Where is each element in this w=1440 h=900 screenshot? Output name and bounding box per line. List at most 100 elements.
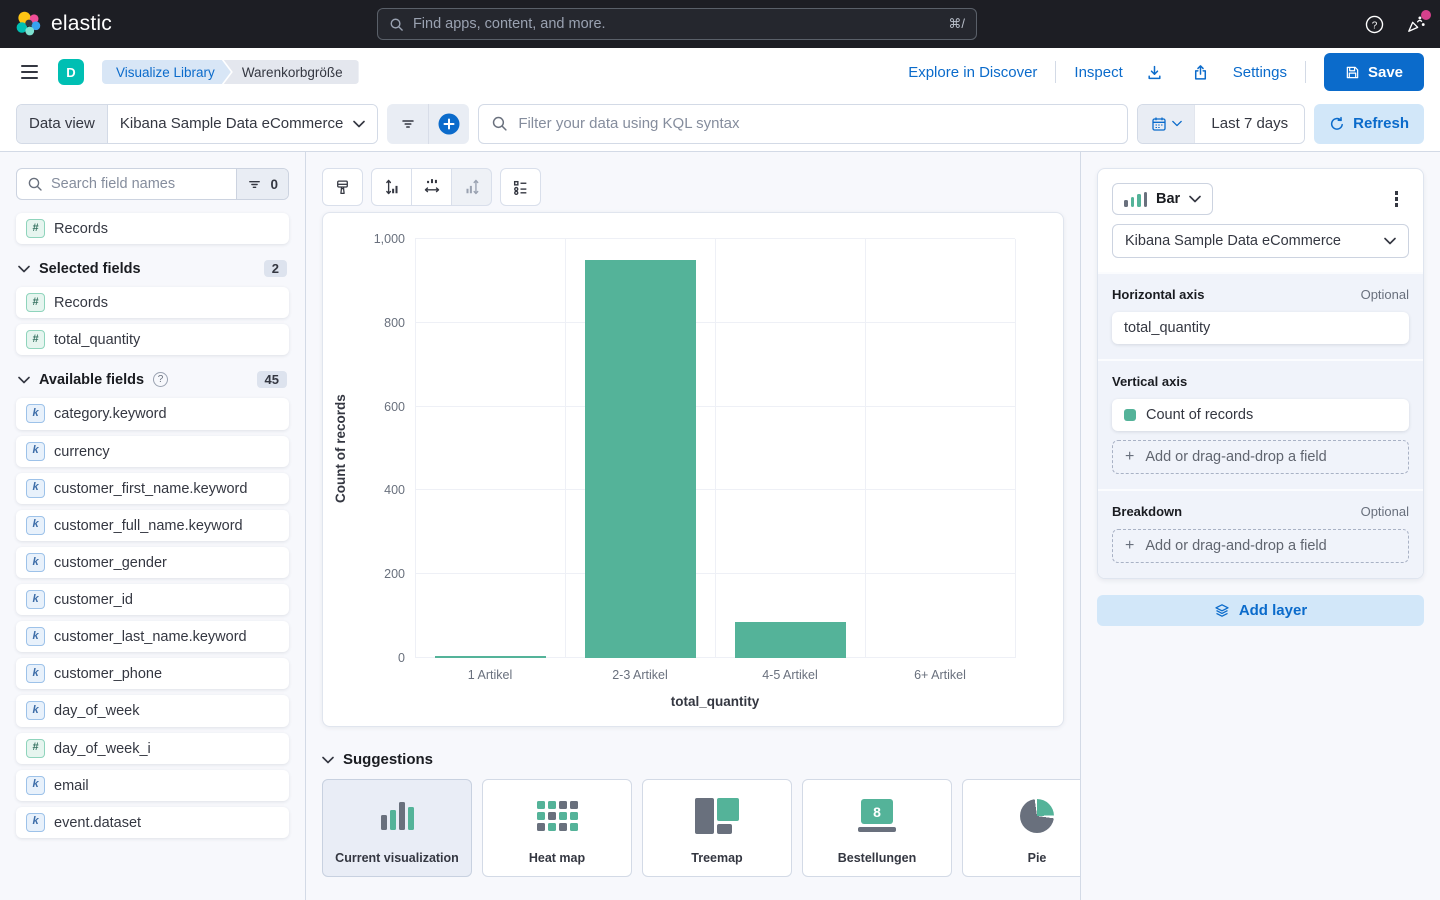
keyword-field-icon: k	[26, 553, 45, 572]
search-shortcut-hint: ⌘/	[948, 16, 965, 32]
add-filter-button[interactable]	[428, 104, 469, 144]
breadcrumb-visualize-library[interactable]: Visualize Library	[102, 60, 231, 84]
layer-data-view-selector[interactable]: Kibana Sample Data eCommerce	[1112, 224, 1409, 258]
y-axis-title: Count of records	[333, 239, 359, 658]
legend-settings-button[interactable]	[500, 168, 541, 206]
distribute-vertically-button[interactable]	[371, 168, 412, 206]
available-fields-header[interactable]: Available fields ? 45	[18, 371, 287, 388]
field-search-input[interactable]: Search field names	[17, 169, 236, 199]
breakdown-add-field[interactable]: + Add or drag-and-drop a field	[1112, 529, 1409, 563]
share-icon[interactable]	[1187, 58, 1215, 86]
date-picker-button[interactable]	[1138, 105, 1194, 143]
bar-4-5 Artikel[interactable]	[735, 622, 846, 658]
elastic-logo-icon	[14, 10, 42, 38]
download-icon[interactable]	[1141, 58, 1169, 86]
suggestion-pie[interactable]: Pie	[962, 779, 1081, 877]
metric-icon: 8	[803, 780, 951, 851]
field-item[interactable]: kday_of_week	[16, 695, 289, 726]
x-tick-label: 1 Artikel	[415, 668, 565, 682]
field-filter-button[interactable]: 0	[236, 169, 288, 199]
vertical-axis-label: Vertical axis	[1112, 374, 1187, 389]
gridline	[415, 239, 416, 658]
number-field-icon: #	[26, 739, 45, 758]
inspect-link[interactable]: Inspect	[1074, 64, 1122, 81]
save-button[interactable]: Save	[1324, 53, 1424, 91]
global-search-input[interactable]: Find apps, content, and more. ⌘/	[377, 8, 977, 40]
field-item-records[interactable]: # Records	[16, 213, 289, 244]
bar-1 Artikel[interactable]	[435, 656, 546, 659]
paintbrush-icon	[334, 179, 351, 196]
time-range-value[interactable]: Last 7 days	[1194, 105, 1304, 143]
vertical-axis-field[interactable]: Count of records	[1112, 399, 1409, 431]
field-item[interactable]: kcustomer_phone	[16, 658, 289, 689]
menu-icon[interactable]	[16, 57, 46, 87]
y-tick-label: 0	[398, 651, 405, 665]
gridline	[1015, 239, 1016, 658]
bar-2-3 Artikel[interactable]	[585, 260, 696, 658]
refresh-button[interactable]: Refresh	[1314, 104, 1424, 144]
vertical-axis-add-field[interactable]: + Add or drag-and-drop a field	[1112, 440, 1409, 474]
suggestion-treemap[interactable]: Treemap	[642, 779, 792, 877]
gridline	[565, 239, 566, 658]
suggestion-heat-map[interactable]: Heat map	[482, 779, 632, 877]
field-item[interactable]: #Records	[16, 287, 289, 318]
field-name: customer_gender	[54, 553, 167, 572]
breadcrumb: Visualize Library Warenkorbgröße	[102, 60, 359, 84]
notification-dot	[1421, 10, 1431, 20]
number-field-icon: #	[26, 219, 45, 238]
settings-link[interactable]: Settings	[1233, 64, 1287, 81]
field-item[interactable]: #total_quantity	[16, 324, 289, 355]
field-item[interactable]: kcustomer_full_name.keyword	[16, 510, 289, 541]
bar-chart-panel[interactable]: Count of records 02004006008001,000 1 Ar…	[322, 212, 1064, 727]
explore-in-discover-link[interactable]: Explore in Discover	[908, 64, 1037, 81]
field-item[interactable]: kevent.dataset	[16, 807, 289, 838]
data-view-selector[interactable]: Kibana Sample Data eCommerce	[107, 105, 377, 143]
distribute-horizontal-icon	[423, 178, 441, 196]
field-item[interactable]: kcategory.keyword	[16, 398, 289, 429]
field-item[interactable]: kemail	[16, 770, 289, 801]
field-item[interactable]: kcustomer_last_name.keyword	[16, 621, 289, 652]
x-tick-label: 2-3 Artikel	[565, 668, 715, 682]
suggestion-bestellungen[interactable]: 8 Bestellungen	[802, 779, 952, 877]
x-tick-label: 4-5 Artikel	[715, 668, 865, 682]
gridline	[715, 239, 716, 658]
field-name: day_of_week	[54, 701, 139, 720]
help-circle-icon[interactable]: ?	[153, 372, 168, 387]
kql-query-input[interactable]: Filter your data using KQL syntax	[478, 104, 1128, 144]
filter-options-button[interactable]	[387, 104, 428, 144]
suggestions-header[interactable]: Suggestions	[322, 751, 1064, 768]
layer-config-panel: Bar Kibana Sample Data eCommerce Horizon…	[1081, 152, 1440, 900]
app-nav-row: D Visualize Library Warenkorbgröße Explo…	[0, 48, 1440, 96]
distribute-vertical-icon	[383, 178, 401, 196]
field-name: customer_id	[54, 590, 133, 609]
visual-options-button[interactable]	[322, 168, 363, 206]
selected-fields-list: #Records #total_quantity	[16, 287, 289, 355]
suggestion-current-visualization[interactable]: Current visualization	[322, 779, 472, 877]
field-item[interactable]: kcustomer_id	[16, 584, 289, 615]
treemap-icon	[643, 780, 791, 851]
add-layer-button[interactable]: Add layer	[1097, 595, 1424, 626]
refresh-button-label: Refresh	[1353, 115, 1409, 132]
chevron-down-icon	[1189, 195, 1201, 203]
field-item[interactable]: kcurrency	[16, 436, 289, 467]
field-name: category.keyword	[54, 404, 167, 423]
field-item[interactable]: k customer_gender	[16, 547, 289, 578]
horizontal-axis-field[interactable]: total_quantity	[1112, 312, 1409, 344]
newsfeed-icon[interactable]	[1406, 14, 1426, 34]
kql-placeholder: Filter your data using KQL syntax	[518, 115, 739, 132]
x-axis-tick-labels: 1 Artikel2-3 Artikel4-5 Artikel6+ Artike…	[415, 658, 1015, 682]
field-item[interactable]: kcustomer_first_name.keyword	[16, 473, 289, 504]
distribute-horizontally-button[interactable]	[411, 168, 452, 206]
space-badge[interactable]: D	[58, 59, 84, 85]
elastic-logo[interactable]: elastic	[14, 10, 112, 38]
number-field-icon: #	[26, 330, 45, 349]
chart-type-selector[interactable]: Bar	[1112, 183, 1213, 215]
suggestions-section: Suggestions Current visualization	[322, 751, 1064, 877]
calendar-icon	[1151, 116, 1167, 132]
field-item[interactable]: #day_of_week_i	[16, 733, 289, 764]
help-icon[interactable]: ?	[1365, 15, 1384, 34]
selected-fields-header[interactable]: Selected fields 2	[18, 260, 287, 277]
x-axis-title: total_quantity	[415, 682, 1015, 714]
chart-plot-area[interactable]	[415, 239, 1015, 658]
layer-actions-icon[interactable]	[1390, 186, 1404, 212]
